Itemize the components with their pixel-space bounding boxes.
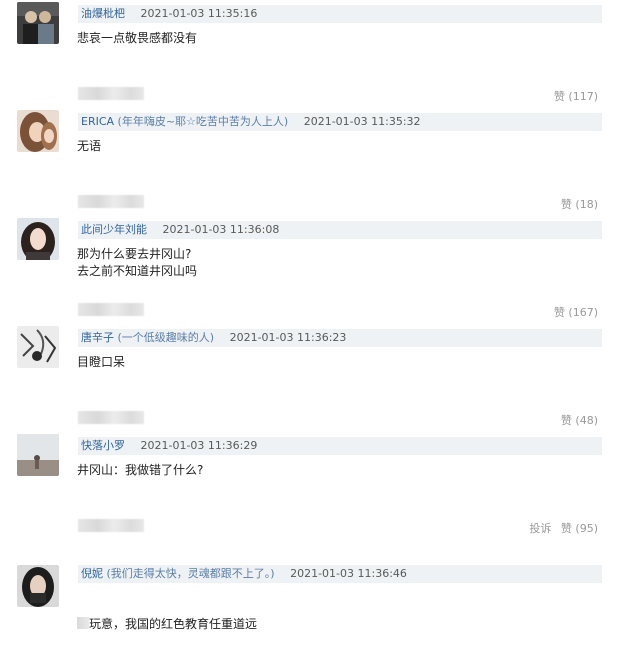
avatar[interactable] bbox=[17, 434, 59, 476]
timestamp: 2021-01-03 11:35:32 bbox=[303, 115, 421, 128]
like-button[interactable]: 赞 (117) bbox=[554, 90, 598, 103]
avatar[interactable] bbox=[17, 2, 59, 44]
blurred-region bbox=[78, 87, 144, 100]
comment-text: 井冈山：我做错了什么? bbox=[77, 463, 204, 477]
blurred-region bbox=[78, 519, 144, 532]
timestamp: 2021-01-03 11:36:23 bbox=[229, 331, 347, 344]
comment: 唐辛子 (一个低级趣味的人) 2021-01-03 11:36:23 目瞪口呆 … bbox=[0, 324, 641, 432]
comment-text: 那为什么要去井冈山? 去之前不知道井冈山吗 bbox=[77, 247, 198, 278]
timestamp: 2021-01-03 11:36:29 bbox=[140, 439, 258, 452]
comment: 油爆枇杷 2021-01-03 11:35:16 悲哀一点敬畏感都没有 赞 (1… bbox=[0, 0, 641, 108]
like-button[interactable]: 赞 (18) bbox=[561, 198, 598, 211]
comment-header: 快落小罗 2021-01-03 11:36:29 bbox=[78, 437, 602, 455]
comment-actions: 赞 (18) bbox=[561, 196, 598, 212]
blurred-region bbox=[78, 411, 144, 424]
comment-header: 唐辛子 (一个低级趣味的人) 2021-01-03 11:36:23 bbox=[78, 329, 602, 347]
comment-header: 倪妮 (我们走得太快，灵魂都跟不上了。) 2021-01-03 11:36:46 bbox=[78, 565, 602, 583]
username-link[interactable]: 此间少年刘能 bbox=[78, 223, 147, 236]
avatar[interactable] bbox=[17, 110, 59, 152]
redacted-mask bbox=[77, 617, 89, 629]
comment-header: ERICA (年年嗨皮~耶☆吃苦中苦为人上人) 2021-01-03 11:35… bbox=[78, 113, 602, 131]
username-link[interactable]: 油爆枇杷 bbox=[78, 7, 125, 20]
timestamp: 2021-01-03 11:36:46 bbox=[290, 567, 407, 580]
comment-header: 油爆枇杷 2021-01-03 11:35:16 bbox=[78, 5, 602, 23]
report-button[interactable]: 投诉 bbox=[529, 522, 551, 535]
username-link[interactable]: ERICA bbox=[78, 115, 114, 128]
like-button[interactable]: 赞 (95) bbox=[561, 522, 598, 535]
comment-text: 无语 bbox=[77, 139, 102, 153]
user-note: (年年嗨皮~耶☆吃苦中苦为人上人) bbox=[117, 115, 289, 128]
username-link[interactable]: 唐辛子 bbox=[78, 331, 114, 344]
blurred-region bbox=[78, 303, 144, 316]
comment-actions: 投诉 赞 (95) bbox=[529, 520, 598, 536]
comment: 倪妮 (我们走得太快，灵魂都跟不上了。) 2021-01-03 11:36:46… bbox=[0, 540, 641, 648]
like-button[interactable]: 赞 (48) bbox=[561, 414, 598, 427]
username-link[interactable]: 倪妮 bbox=[78, 567, 103, 580]
avatar[interactable] bbox=[17, 218, 59, 260]
comment: 快落小罗 2021-01-03 11:36:29 井冈山：我做错了什么? 投诉 … bbox=[0, 432, 641, 540]
comment-actions: 赞 (48) bbox=[561, 412, 598, 428]
comment: 此间少年刘能 2021-01-03 11:36:08 那为什么要去井冈山? 去之… bbox=[0, 216, 641, 324]
like-button[interactable]: 赞 (167) bbox=[554, 306, 598, 319]
user-note: (一个低级趣味的人) bbox=[117, 331, 215, 344]
avatar[interactable] bbox=[17, 326, 59, 368]
comment-text: 玩意，我国的红色教育任重道远 bbox=[77, 599, 597, 633]
comment-actions: 赞 (117) bbox=[554, 88, 598, 104]
timestamp: 2021-01-03 11:36:08 bbox=[162, 223, 280, 236]
timestamp: 2021-01-03 11:35:16 bbox=[140, 7, 258, 20]
username-link[interactable]: 快落小罗 bbox=[78, 439, 125, 452]
user-note: (我们走得太快，灵魂都跟不上了。) bbox=[106, 567, 275, 580]
comment-actions: 赞 (167) bbox=[554, 304, 598, 320]
comment-text: 目瞪口呆 bbox=[77, 355, 126, 369]
blurred-region bbox=[78, 195, 144, 208]
comment-text-content: 玩意，我国的红色教育任重道远 bbox=[89, 617, 258, 631]
comment: ERICA (年年嗨皮~耶☆吃苦中苦为人上人) 2021-01-03 11:35… bbox=[0, 108, 641, 216]
comment-header: 此间少年刘能 2021-01-03 11:36:08 bbox=[78, 221, 602, 239]
avatar[interactable] bbox=[17, 565, 59, 607]
comment-text: 悲哀一点敬畏感都没有 bbox=[77, 31, 198, 45]
